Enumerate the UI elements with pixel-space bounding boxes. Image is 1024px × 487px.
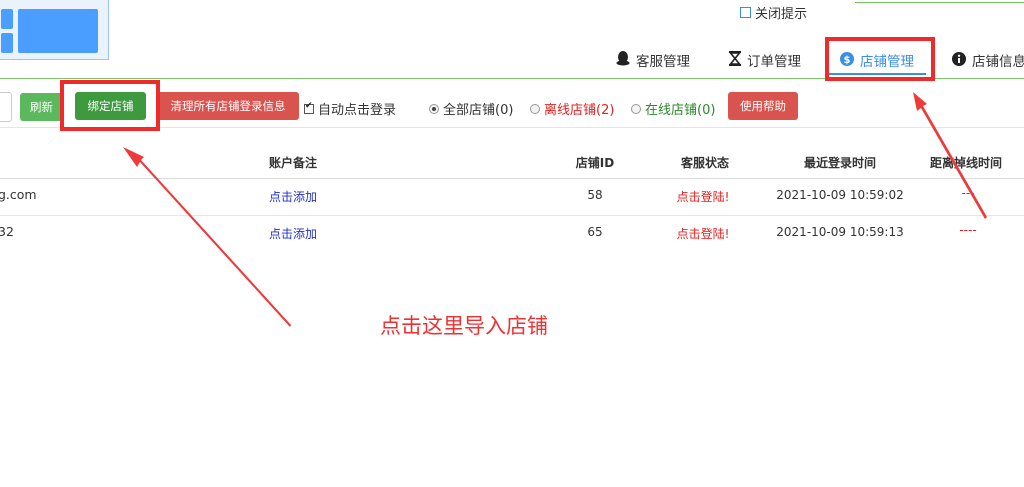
auto-login-checkbox[interactable] bbox=[304, 101, 314, 114]
column-header-last-login: 最近登录时间 bbox=[803, 156, 877, 170]
column-header-offline-in: 距离掉线时间 bbox=[929, 156, 1003, 170]
refresh-button[interactable]: 刷新 bbox=[20, 93, 63, 121]
filter-offline-label: 离线店铺(2) bbox=[544, 103, 615, 118]
logo-tile-left-bottom bbox=[1, 33, 13, 53]
store-id-cell: 58 bbox=[587, 188, 603, 202]
account-cell: g.com bbox=[0, 187, 37, 202]
filter-all-option[interactable]: 全部店铺(0) bbox=[429, 99, 513, 118]
tab-label: 店铺信息 bbox=[972, 54, 1024, 70]
logo-tile-left-top bbox=[1, 9, 13, 29]
tab-store-info[interactable]: 店铺信息 bbox=[952, 47, 1024, 73]
logo-tile-right bbox=[18, 9, 98, 53]
column-header-service-status: 客服状态 bbox=[680, 156, 730, 170]
filter-all-label: 全部店铺(0) bbox=[443, 103, 514, 118]
help-button[interactable]: 使用帮助 bbox=[728, 92, 798, 120]
table-header-divider bbox=[0, 178, 1024, 179]
header-accent-line bbox=[855, 2, 1024, 3]
row-divider bbox=[0, 215, 1024, 216]
arrow-to-bind-button bbox=[123, 147, 291, 327]
add-remark-link[interactable]: 点击添加 bbox=[269, 188, 317, 205]
auto-login-label: 自动点击登录 bbox=[318, 103, 397, 118]
annotation-instruction: 点击这里导入店铺 bbox=[380, 314, 548, 338]
column-header-remark: 账户备注 bbox=[268, 156, 318, 170]
store-tab-highlight-box bbox=[825, 37, 935, 81]
filter-online-option[interactable]: 在线店铺(0) bbox=[631, 99, 715, 118]
last-login-cell: 2021-10-09 10:59:13 bbox=[776, 225, 904, 239]
offline-in-cell: --- bbox=[961, 186, 975, 200]
filter-online-label: 在线店铺(0) bbox=[645, 103, 716, 118]
app-logo bbox=[0, 0, 109, 60]
hourglass-icon bbox=[728, 51, 742, 69]
bind-store-highlight-box bbox=[60, 80, 160, 131]
tab-orders[interactable]: 订单管理 bbox=[728, 47, 801, 73]
column-header-store-id: 店铺ID bbox=[575, 156, 615, 170]
store-id-cell: 65 bbox=[587, 225, 603, 239]
login-status-link[interactable]: 点击登陆! bbox=[677, 225, 730, 242]
info-circle-icon bbox=[952, 51, 966, 69]
qq-penguin-icon bbox=[616, 51, 630, 69]
close-tip-label: 关闭提示 bbox=[755, 7, 808, 22]
account-cell: 32 bbox=[0, 224, 14, 239]
filter-offline-radio[interactable] bbox=[530, 103, 540, 114]
tab-label: 客服管理 bbox=[636, 54, 690, 70]
close-tip-toggle[interactable]: 关闭提示 bbox=[740, 3, 807, 22]
offline-in-cell: ---- bbox=[959, 223, 977, 237]
clear-login-info-button[interactable]: 清理所有店铺登录信息 bbox=[157, 92, 299, 120]
add-remark-link[interactable]: 点击添加 bbox=[269, 225, 317, 242]
filter-online-radio[interactable] bbox=[631, 103, 641, 114]
close-tip-checkbox[interactable] bbox=[740, 7, 751, 18]
search-input[interactable] bbox=[0, 92, 12, 122]
auto-login-option[interactable]: 自动点击登录 bbox=[304, 99, 396, 118]
tab-customer-service[interactable]: 客服管理 bbox=[616, 47, 690, 73]
tab-label: 订单管理 bbox=[747, 54, 801, 70]
login-status-link[interactable]: 点击登陆! bbox=[677, 188, 730, 205]
filter-offline-option[interactable]: 离线店铺(2) bbox=[530, 99, 614, 118]
filter-all-radio[interactable] bbox=[429, 103, 439, 114]
last-login-cell: 2021-10-09 10:59:02 bbox=[776, 188, 904, 202]
